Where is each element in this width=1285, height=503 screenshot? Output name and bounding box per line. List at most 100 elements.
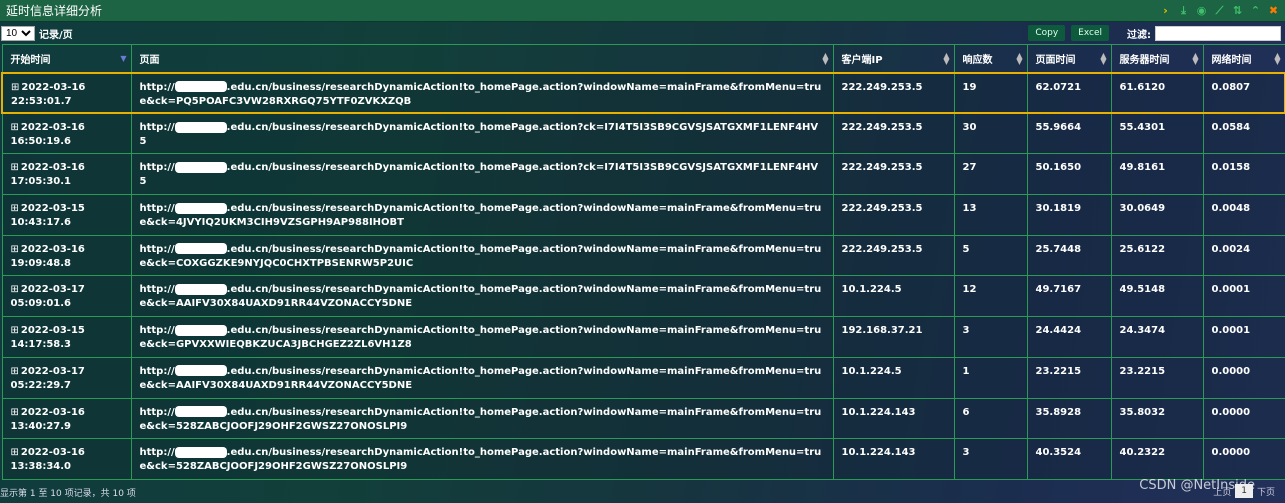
url-prefix: http:// [139,325,175,337]
column-label: 开始时间 [10,54,51,66]
page-url: .edu.cn/business/researchDynamicAction!t… [139,203,822,229]
client-ip: 10.1.224.5 [832,275,955,318]
page-time: 40.3524 [1026,438,1112,480]
network-time: 0.0807 [1202,71,1285,115]
next-page-button[interactable]: 下页 [1257,485,1275,498]
expand-icon[interactable]: ⊞ [11,325,19,336]
page-time: 35.8928 [1026,397,1112,440]
page-url-cell: http://.edu.cn/business/researchDynamicA… [130,316,834,358]
column-label: 页面时间 [1035,54,1076,66]
response-count: 27 [953,153,1028,196]
page-1-button[interactable]: 1 [1235,484,1253,498]
page-time: 62.0721 [1026,71,1112,115]
copy-button[interactable]: Copy [1028,25,1066,41]
start-time: 2022-03-16 16:50:19.6 [10,122,85,148]
expand-icon[interactable]: ⊞ [11,284,19,295]
page-time: 23.2215 [1026,356,1112,399]
column-header[interactable]: 开始时间 ▼ [1,44,132,73]
column-header[interactable]: 页面时间 ▲ ▼ [1026,44,1112,73]
table-row[interactable]: ⊞ 2022-03-16 13:38:34.0 http://.edu.cn/bu… [1,438,1285,480]
server-time: 25.6122 [1110,234,1204,277]
column-label: 服务器时间 [1119,54,1170,66]
url-prefix: http:// [139,162,175,174]
client-ip: 10.1.224.143 [832,397,955,440]
close-icon[interactable]: ✖ [1268,4,1279,18]
column-header[interactable]: 服务器时间 ▲ ▼ [1110,44,1204,73]
start-time: 2022-03-17 05:09:01.6 [10,284,85,310]
column-header[interactable]: 响应数 ▲ ▼ [953,44,1028,73]
table-row[interactable]: ⊞ 2022-03-17 05:09:01.6 http://.edu.cn/bu… [1,275,1285,318]
start-time: 2022-03-15 10:43:17.6 [10,203,85,229]
start-time-cell: ⊞ 2022-03-17 05:22:29.7 [1,356,132,399]
expand-icon[interactable]: ⊞ [11,122,19,133]
table-row[interactable]: ⊞ 2022-03-16 17:05:30.1 http://.edu.cn/bu… [1,153,1285,196]
prev-page-button[interactable]: 上页 [1213,485,1231,498]
expand-icon[interactable]: ⊞ [11,244,19,255]
table-row[interactable]: ⊞ 2022-03-16 22:53:01.7 http://.edu.cn/bu… [1,71,1285,115]
page-url-cell: http://.edu.cn/business/researchDynamicA… [130,356,834,399]
start-time-cell: ⊞ 2022-03-16 22:53:01.7 [1,71,132,115]
expand-icon[interactable]: ⊞ [11,447,19,458]
page-size-select[interactable]: 10 [1,25,35,41]
redaction [174,202,227,214]
filter-label: 过滤: [1127,29,1151,41]
page-url-cell: http://.edu.cn/business/researchDynamicA… [130,153,834,196]
server-time: 55.4301 [1110,112,1204,155]
expand-icon[interactable]: ⊞ [11,203,19,214]
start-time-cell: ⊞ 2022-03-16 16:50:19.6 [1,112,132,155]
network-time: 0.0024 [1202,234,1285,277]
page-time: 30.1819 [1026,194,1112,236]
column-header[interactable]: 客户端IP ▲ ▼ [832,44,955,73]
page-url-cell: http://.edu.cn/business/researchDynamicA… [130,438,834,480]
url-prefix: http:// [139,365,175,377]
collapse-up-icon[interactable]: ⌃ [1250,4,1261,18]
expand-icon[interactable]: ⊞ [11,366,19,377]
expand-icon[interactable]: ⊞ [11,82,19,93]
table-row[interactable]: ⊞ 2022-03-15 14:17:58.3 http://.edu.cn/bu… [1,316,1285,358]
table-row[interactable]: ⊞ 2022-03-17 05:22:29.7 http://.edu.cn/bu… [1,356,1285,399]
expand-icon[interactable]: ⊞ [11,407,19,418]
sort-desc-icon: ▼ [120,54,127,63]
table-row[interactable]: ⊞ 2022-03-16 13:40:27.9 http://.edu.cn/bu… [1,397,1285,440]
redaction [174,283,227,295]
redaction [174,406,227,417]
settings-circle-icon[interactable]: ◉ [1196,4,1207,18]
window-title: 延时信息详细分析 [6,4,103,18]
page-url: .edu.cn/business/researchDynamicAction!t… [139,365,822,391]
sort-icon: ▲ ▼ [1192,51,1199,66]
response-count: 12 [953,275,1028,318]
table-row[interactable]: ⊞ 2022-03-16 16:50:19.6 http://.edu.cn/bu… [1,112,1285,155]
page-time: 24.4424 [1026,316,1112,358]
start-time: 2022-03-17 05:22:29.7 [10,365,85,391]
table-row[interactable]: ⊞ 2022-03-16 19:09:48.8 http://.edu.cn/bu… [1,234,1285,277]
chevron-right-icon[interactable]: › [1160,4,1171,18]
download-icon[interactable]: ⤓ [1178,4,1189,18]
column-label: 网络时间 [1211,54,1252,66]
table-toolbar: 10 记录/页 Copy Excel 过滤: [0,22,1285,44]
response-count: 30 [953,112,1028,155]
table-row[interactable]: ⊞ 2022-03-15 10:43:17.6 http://.edu.cn/bu… [1,194,1285,236]
start-time-cell: ⊞ 2022-03-17 05:09:01.6 [1,275,132,318]
response-count: 3 [953,438,1028,480]
sort-icon: ▲ ▼ [1274,51,1281,66]
start-time: 2022-03-16 17:05:30.1 [10,162,85,188]
url-prefix: http:// [139,406,175,418]
client-ip: 192.168.37.21 [832,316,955,358]
column-header[interactable]: 网络时间 ▲ ▼ [1202,44,1285,73]
column-header[interactable]: 页面 ▲ ▼ [130,44,834,73]
line-chart-icon[interactable]: ⟋ [1214,4,1225,18]
response-count: 19 [953,71,1028,115]
excel-button[interactable]: Excel [1071,25,1109,41]
sort-icon[interactable]: ⇅ [1232,4,1243,18]
start-time: 2022-03-16 19:09:48.8 [10,243,85,269]
start-time-cell: ⊞ 2022-03-15 10:43:17.6 [1,194,132,236]
network-time: 0.0000 [1202,438,1285,480]
start-time-cell: ⊞ 2022-03-15 14:17:58.3 [1,316,132,358]
page-time: 55.9664 [1026,112,1112,155]
column-label: 页面 [139,54,160,66]
page-url-cell: http://.edu.cn/business/researchDynamicA… [130,194,834,236]
sort-icon: ▲ ▼ [1016,51,1023,66]
expand-icon[interactable]: ⊞ [11,162,19,173]
start-time: 2022-03-16 22:53:01.7 [11,81,86,107]
filter-input[interactable] [1155,25,1281,41]
